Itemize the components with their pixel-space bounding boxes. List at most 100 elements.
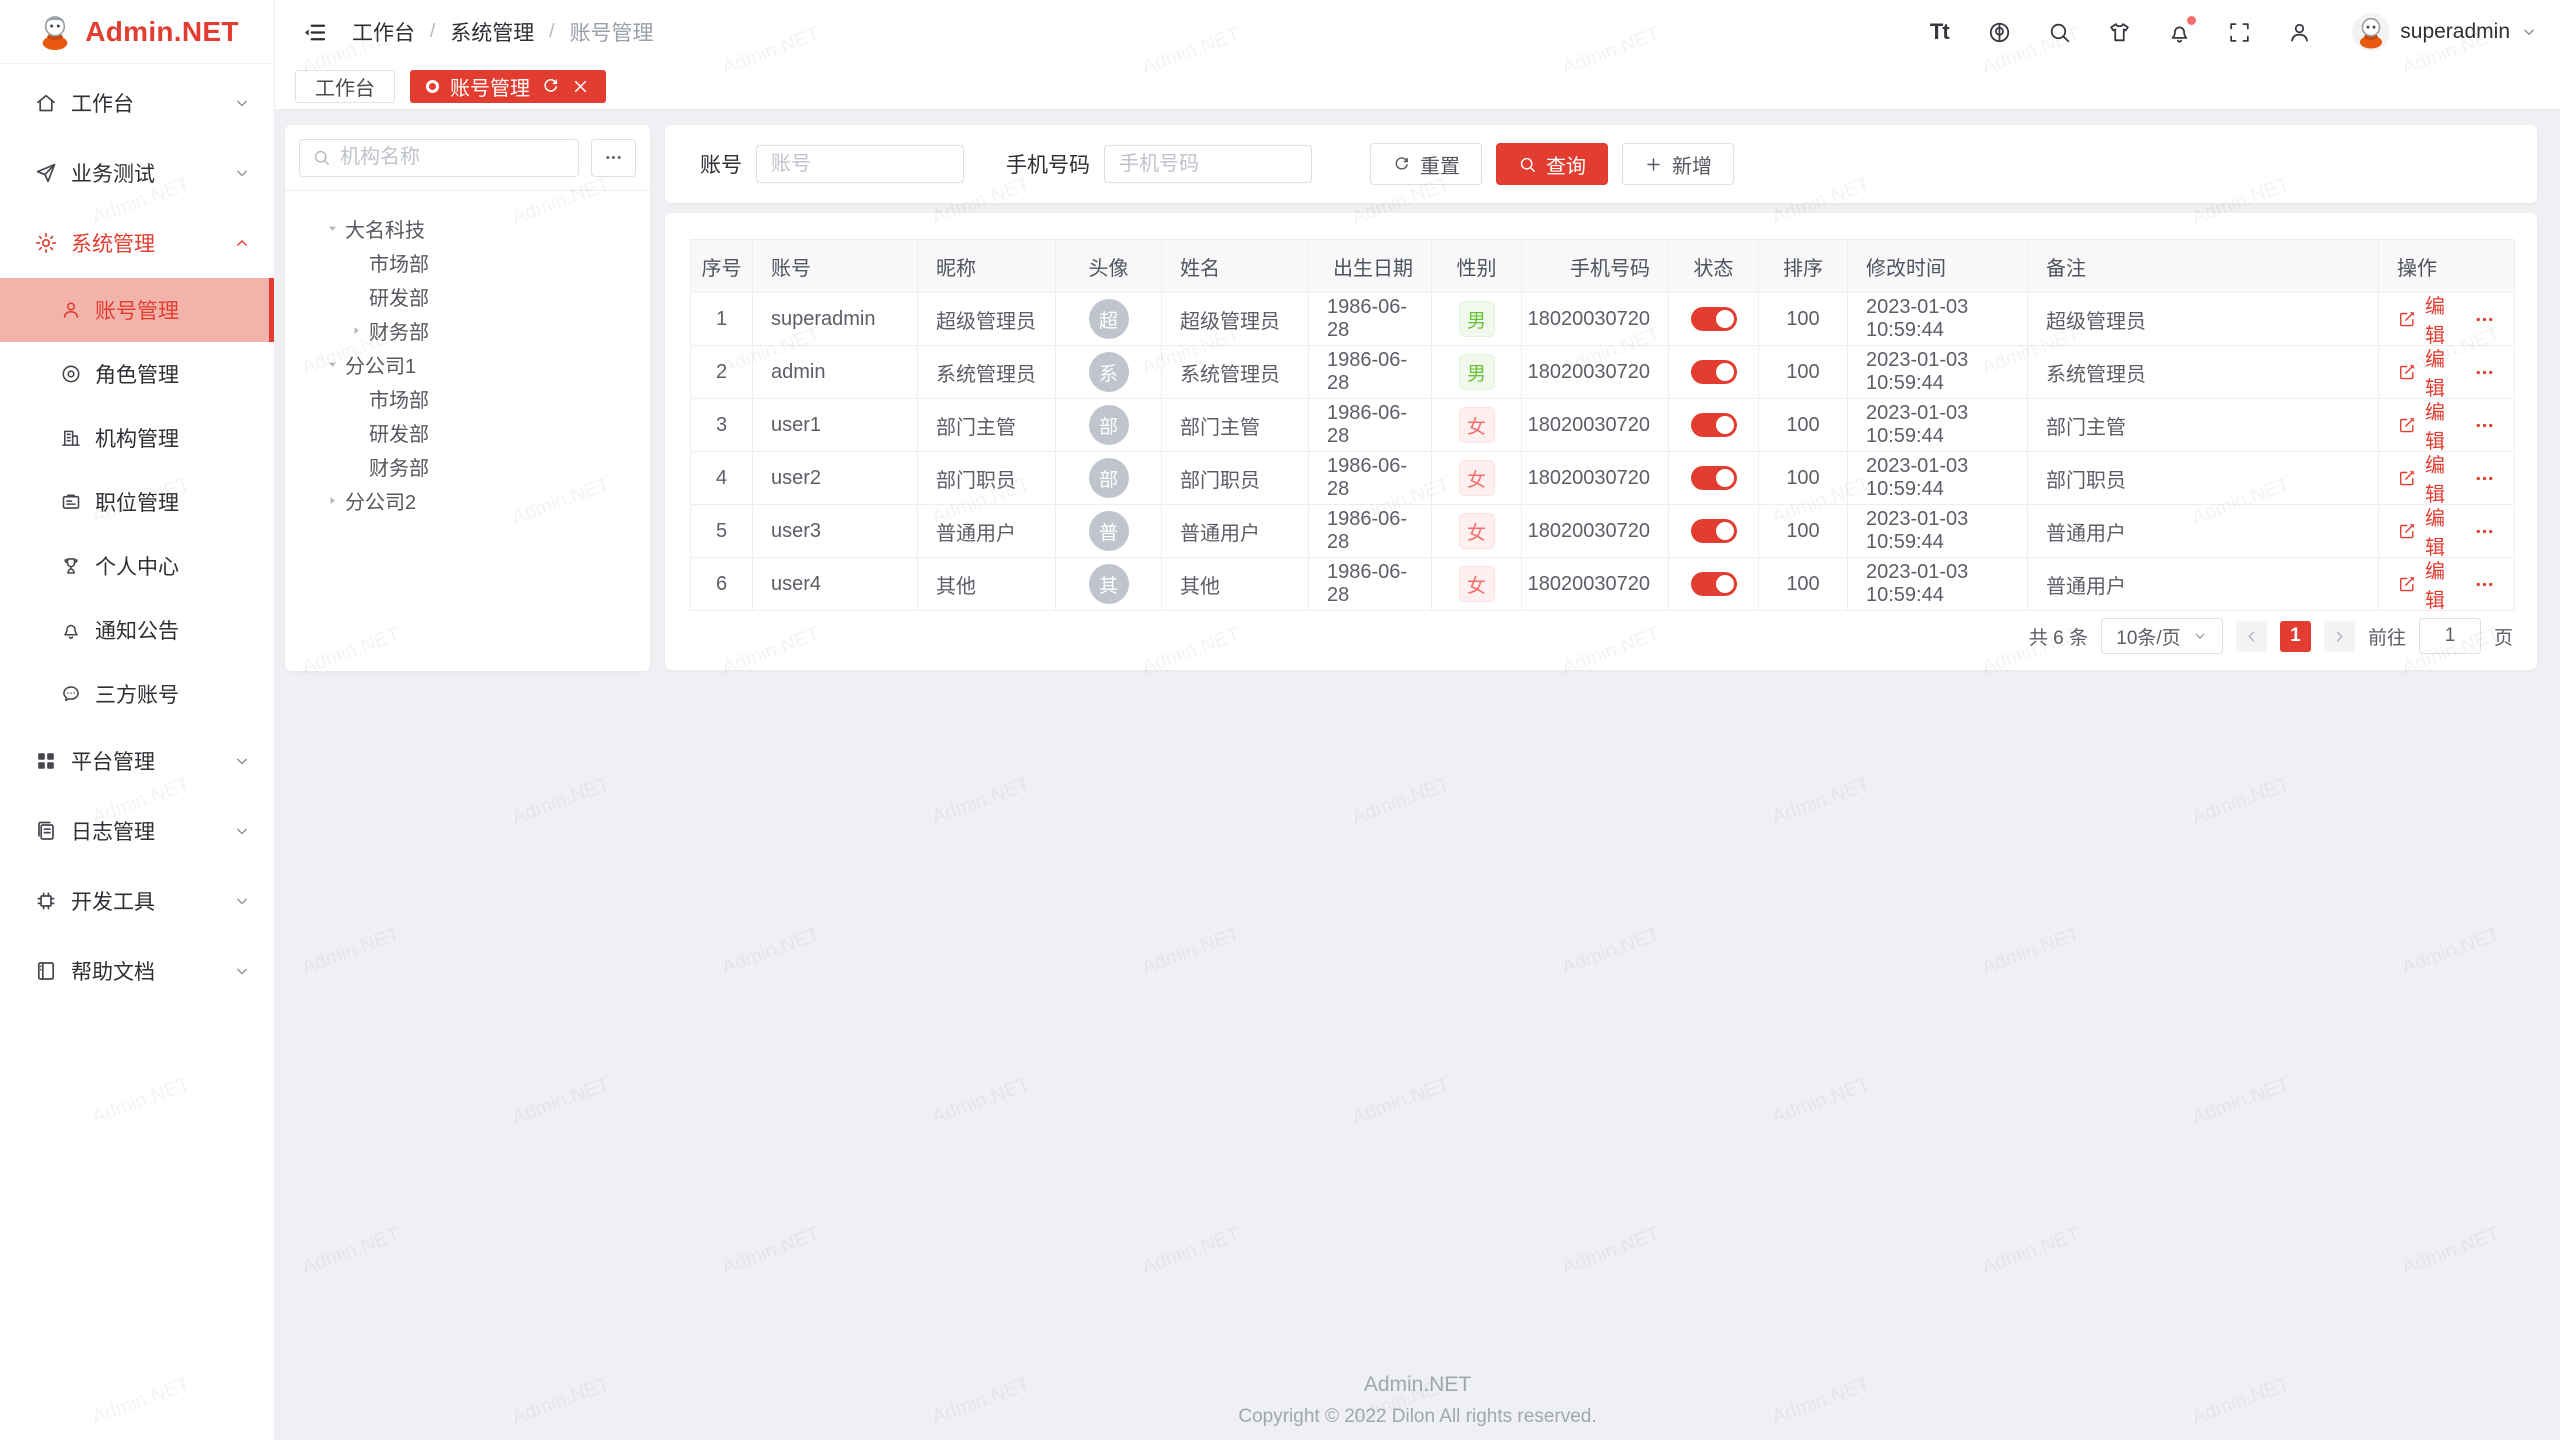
edit-button[interactable]: 编辑 <box>2397 399 2455 451</box>
tree-node-label: 市场部 <box>369 384 429 413</box>
tree-node-5[interactable]: 市场部 <box>295 381 640 415</box>
cell-remark: 部门职员 <box>2046 464 2126 493</box>
font-size-icon[interactable]: Tt <box>1926 19 1952 45</box>
tree-node-0[interactable]: 大名科技 <box>295 211 640 245</box>
sidebar-item-1[interactable]: 业务测试 <box>0 138 274 208</box>
breadcrumb-separator: / <box>430 21 435 43</box>
page-size-select[interactable]: 10条/页 <box>2101 618 2223 654</box>
sidebar-item-9[interactable]: 三方账号 <box>0 662 274 726</box>
gender-badge: 男 <box>1459 354 1495 390</box>
sidebar-item-11[interactable]: 日志管理 <box>0 796 274 866</box>
status-toggle[interactable] <box>1691 572 1737 596</box>
tree-node-8[interactable]: 分公司2 <box>295 483 640 517</box>
row-more-button[interactable] <box>2473 520 2496 543</box>
edit-button[interactable]: 编辑 <box>2397 558 2455 610</box>
current-page-button[interactable]: 1 <box>2280 621 2311 652</box>
sidebar-item-5[interactable]: 机构管理 <box>0 406 274 470</box>
cell-status <box>1669 293 1759 345</box>
language-icon[interactable] <box>1986 19 2012 45</box>
edit-button[interactable]: 编辑 <box>2397 293 2455 345</box>
row-more-button[interactable] <box>2473 414 2496 437</box>
tab-refresh-icon[interactable] <box>541 77 560 96</box>
search-icon <box>1518 155 1537 174</box>
cell-mtime: 2023-01-03 10:59:44 <box>1848 399 2028 451</box>
profile-icon[interactable] <box>2286 19 2312 45</box>
status-toggle[interactable] <box>1691 519 1737 543</box>
status-toggle[interactable] <box>1691 466 1737 490</box>
chevron-down-icon <box>2520 23 2538 41</box>
status-toggle[interactable] <box>1691 413 1737 437</box>
row-more-button[interactable] <box>2473 467 2496 490</box>
sidebar-item-label: 机构管理 <box>95 423 179 453</box>
caret-down-icon[interactable] <box>319 351 345 377</box>
phone-filter-input[interactable] <box>1104 145 1312 183</box>
org-search-input[interactable] <box>340 146 566 169</box>
tree-node-2[interactable]: 研发部 <box>295 279 640 313</box>
notification-icon[interactable] <box>2166 19 2192 45</box>
row-more-button[interactable] <box>2473 361 2496 384</box>
tree-node-6[interactable]: 研发部 <box>295 415 640 449</box>
bell-icon <box>60 619 82 641</box>
sidebar-item-6[interactable]: 职位管理 <box>0 470 274 534</box>
status-toggle[interactable] <box>1691 360 1737 384</box>
org-more-button[interactable] <box>591 139 636 177</box>
query-button[interactable]: 查询 <box>1496 143 1608 185</box>
breadcrumb-item-system[interactable]: 系统管理 <box>450 17 534 47</box>
cell-mtime: 2023-01-03 10:59:44 <box>1848 293 2028 345</box>
row-more-button[interactable] <box>2473 573 2496 596</box>
sidebar-item-8[interactable]: 通知公告 <box>0 598 274 662</box>
caret-placeholder <box>343 249 369 275</box>
ellipsis-icon <box>603 147 624 168</box>
row-more-button[interactable] <box>2473 308 2496 331</box>
caret-right-icon[interactable] <box>319 487 345 513</box>
prev-page-button[interactable] <box>2236 621 2267 652</box>
sidebar-item-13[interactable]: 帮助文档 <box>0 936 274 1006</box>
caret-down-icon[interactable] <box>319 215 345 241</box>
sidebar-item-0[interactable]: 工作台 <box>0 68 274 138</box>
column-header-birth: 出生日期 <box>1309 240 1432 292</box>
tree-node-7[interactable]: 财务部 <box>295 449 640 483</box>
cell-nickname: 部门职员 <box>918 452 1056 504</box>
org-search-box[interactable] <box>299 139 579 177</box>
app-logo[interactable]: Admin.NET <box>0 0 274 64</box>
tab-close-icon[interactable] <box>571 77 590 96</box>
fullscreen-icon[interactable] <box>2226 19 2252 45</box>
tree-node-3[interactable]: 财务部 <box>295 313 640 347</box>
breadcrumb-item-workbench[interactable]: 工作台 <box>352 17 415 47</box>
search-icon[interactable] <box>2046 19 2072 45</box>
sidebar-item-12[interactable]: 开发工具 <box>0 866 274 936</box>
chevron-down-icon <box>232 821 252 841</box>
sidebar-item-2[interactable]: 系统管理 <box>0 208 274 278</box>
edit-button[interactable]: 编辑 <box>2397 346 2455 398</box>
cell-status <box>1669 452 1759 504</box>
theme-icon[interactable] <box>2106 19 2132 45</box>
menu-fold-icon[interactable] <box>301 19 328 46</box>
caret-right-icon[interactable] <box>343 317 369 343</box>
next-page-button[interactable] <box>2324 621 2355 652</box>
user-menu[interactable]: superadmin <box>2352 13 2538 51</box>
goto-label: 前往 <box>2368 623 2406 650</box>
account-filter-input[interactable] <box>756 145 964 183</box>
edit-button[interactable]: 编辑 <box>2397 505 2455 557</box>
sidebar-item-4[interactable]: 角色管理 <box>0 342 274 406</box>
status-toggle[interactable] <box>1691 307 1737 331</box>
reset-button[interactable]: 重置 <box>1370 143 1482 185</box>
tab-account-management[interactable]: 账号管理 <box>410 70 606 103</box>
cell-mtime: 2023-01-03 10:59:44 <box>1866 561 2009 607</box>
goto-page-input[interactable] <box>2419 618 2481 654</box>
edit-button[interactable]: 编辑 <box>2397 452 2455 504</box>
cell-seq: 6 <box>691 558 753 610</box>
tab-workbench[interactable]: 工作台 <box>295 70 395 103</box>
add-button[interactable]: 新增 <box>1622 143 1734 185</box>
tree-node-4[interactable]: 分公司1 <box>295 347 640 381</box>
cell-birth: 1986-06-28 <box>1309 505 1432 557</box>
org-tree-panel: 大名科技市场部研发部财务部分公司1市场部研发部财务部分公司2 <box>285 125 650 671</box>
cell-phone: 18020030720 <box>1522 558 1669 610</box>
column-header-nickname: 昵称 <box>918 240 1056 292</box>
cell-status <box>1669 346 1759 398</box>
sidebar-item-3[interactable]: 账号管理 <box>0 278 274 342</box>
tree-node-1[interactable]: 市场部 <box>295 245 640 279</box>
sidebar-item-10[interactable]: 平台管理 <box>0 726 274 796</box>
sidebar-item-7[interactable]: 个人中心 <box>0 534 274 598</box>
cell-phone: 18020030720 <box>1522 505 1669 557</box>
